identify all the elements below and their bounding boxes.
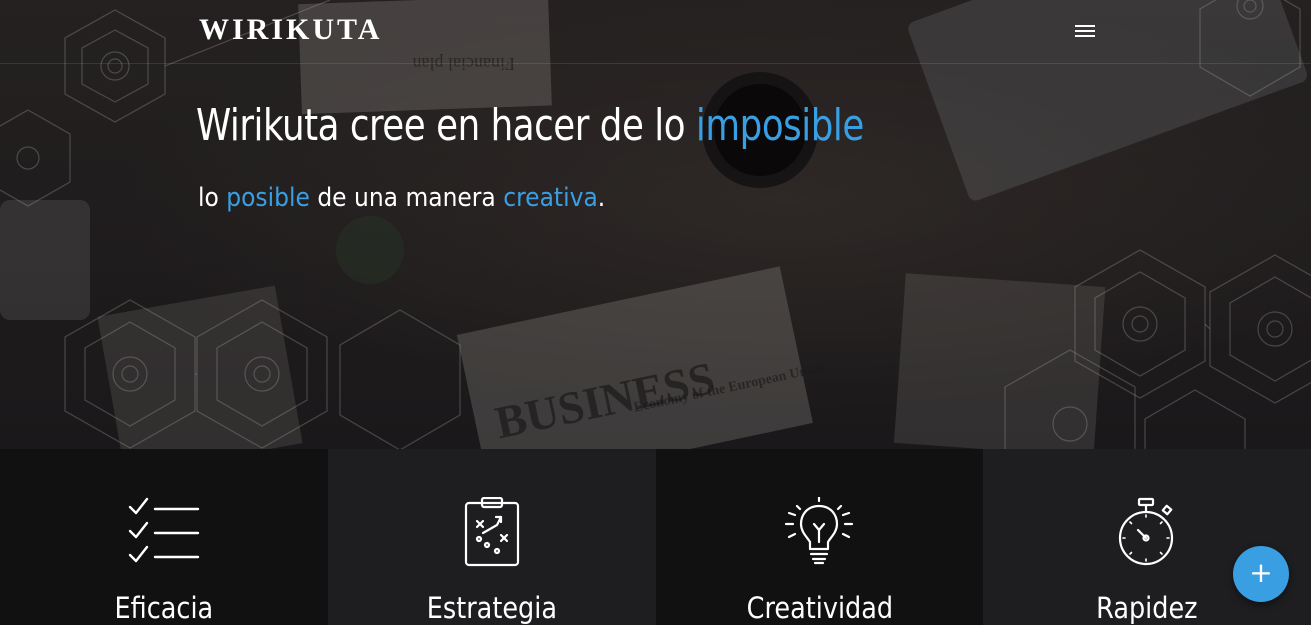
checklist-icon bbox=[128, 497, 200, 563]
features-row: Eficacia Estrategia Creatividad Rapidez bbox=[0, 449, 1311, 625]
lightbulb-icon bbox=[785, 497, 854, 565]
subheadline-text-middle: de una manera bbox=[309, 183, 504, 213]
hero-section: Financial plan BUSINESS Economy of the E… bbox=[0, 0, 1311, 449]
subheadline-accent-posible: posible bbox=[226, 183, 310, 213]
feature-label-estrategia: Estrategia bbox=[426, 591, 557, 625]
hero-subheadline: lo posible de una manera creativa. bbox=[198, 183, 918, 213]
feature-label-creatividad: Creatividad bbox=[746, 591, 893, 625]
subheadline-accent-creativa: creativa bbox=[503, 183, 598, 213]
add-fab-button[interactable]: + bbox=[1233, 546, 1289, 602]
subheadline-text-start: lo bbox=[198, 183, 227, 213]
feature-card-creatividad[interactable]: Creatividad bbox=[655, 449, 984, 625]
top-navbar: WIRIKUTA bbox=[0, 0, 1311, 64]
plus-icon: + bbox=[1249, 556, 1273, 589]
stopwatch-icon bbox=[1119, 497, 1174, 566]
hero-headline: Wirikuta cree en hacer de lo imposible bbox=[196, 100, 1096, 151]
feature-label-eficacia: Eficacia bbox=[114, 591, 214, 625]
hamburger-menu-icon bbox=[1075, 25, 1095, 37]
menu-button[interactable] bbox=[1068, 18, 1102, 44]
subheadline-period: . bbox=[597, 183, 606, 213]
brand-logo[interactable]: WIRIKUTA bbox=[199, 13, 382, 47]
clipboard-strategy-icon bbox=[464, 497, 519, 567]
headline-accent-word: imposible bbox=[695, 100, 864, 151]
headline-text: Wirikuta cree en hacer de lo bbox=[196, 100, 696, 151]
feature-card-eficacia[interactable]: Eficacia bbox=[0, 449, 328, 625]
feature-card-estrategia[interactable]: Estrategia bbox=[327, 449, 656, 625]
hero-overlay bbox=[0, 0, 1311, 449]
